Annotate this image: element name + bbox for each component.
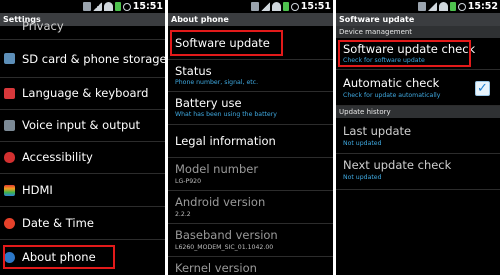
about-item-label: Status xyxy=(175,64,212,78)
about-item-label: Model number xyxy=(175,162,259,176)
settings-item-label: Language & keyboard xyxy=(22,86,149,100)
settings-item-voice[interactable]: Voice input & output xyxy=(0,110,165,142)
settings-item-label: Voice input & output xyxy=(22,118,141,132)
voice-icon xyxy=(4,120,15,131)
automatic-check-checkbox[interactable]: ✓ xyxy=(475,81,490,96)
section-header-device-management: Device management xyxy=(336,26,500,38)
language-icon xyxy=(4,88,15,99)
software-update-screen: 15:52 Software update Device management … xyxy=(336,0,500,275)
about-phone-screen: 15:51 About phone Software update Status… xyxy=(168,0,333,275)
about-item-value: LG-P920 xyxy=(175,178,202,185)
settings-screen: 15:51 Settings Privacy SD card & phone s… xyxy=(0,0,165,275)
status-bar: 15:52 xyxy=(336,0,500,13)
automatic-check-item[interactable]: Automatic check Check for update automat… xyxy=(336,70,500,106)
settings-item-label: Privacy xyxy=(22,19,64,33)
next-update-check-label: Next update check xyxy=(343,158,452,172)
settings-item-accessibility[interactable]: Accessibility xyxy=(0,142,165,174)
about-item-label: Android version xyxy=(175,195,266,209)
automatic-check-subtitle: Check for update automatically xyxy=(343,92,441,99)
usb-icon xyxy=(251,2,259,11)
last-update-value: Not updated xyxy=(343,140,382,147)
about-item-label: Battery use xyxy=(175,96,242,110)
status-time: 15:52 xyxy=(467,1,498,12)
signal-icon xyxy=(93,2,102,11)
accessibility-icon xyxy=(4,152,15,163)
about-item-value: 2.2.2 xyxy=(175,211,191,218)
settings-item-label: Accessibility xyxy=(22,150,93,164)
page-title: About phone xyxy=(168,13,333,26)
automatic-check-label: Automatic check xyxy=(343,76,440,90)
settings-item-label: HDMI xyxy=(22,183,53,197)
wifi-icon xyxy=(272,2,281,11)
battery-icon xyxy=(283,2,289,11)
about-item-label: Kernel version xyxy=(175,261,257,275)
settings-item-privacy[interactable]: Privacy xyxy=(0,19,165,40)
settings-item-language[interactable]: Language & keyboard xyxy=(0,78,165,110)
battery-icon xyxy=(115,2,121,11)
page-title: Software update xyxy=(336,13,500,26)
about-item-battery-use[interactable]: Battery use What has been using the batt… xyxy=(168,92,333,125)
section-header-update-history: Update history xyxy=(336,106,500,118)
settings-item-sd-card[interactable]: SD card & phone storage xyxy=(0,40,165,78)
settings-item-label: Date & Time xyxy=(22,216,94,230)
signal-icon xyxy=(428,2,437,11)
settings-item-hdmi[interactable]: HDMI xyxy=(0,174,165,207)
settings-item-date-time[interactable]: Date & Time xyxy=(0,207,165,240)
alarm-icon xyxy=(123,2,131,11)
battery-icon xyxy=(450,2,456,11)
software-update-check-highlight xyxy=(338,40,471,67)
clock-icon xyxy=(4,218,15,229)
usb-icon xyxy=(418,2,426,11)
software-update-highlight xyxy=(170,30,283,56)
status-bar: 15:51 xyxy=(0,0,165,13)
about-item-label: Baseband version xyxy=(175,228,278,242)
last-update-label: Last update xyxy=(343,124,412,138)
wifi-icon xyxy=(439,2,448,11)
hdmi-icon xyxy=(4,185,15,196)
about-item-kernel-version: Kernel version xyxy=(168,257,333,275)
status-time: 15:51 xyxy=(132,1,163,12)
signal-icon xyxy=(261,2,270,11)
wifi-icon xyxy=(104,2,113,11)
status-time: 15:51 xyxy=(300,1,331,12)
about-item-subtitle: Phone number, signal, etc. xyxy=(175,79,259,86)
about-item-android-version: Android version 2.2.2 xyxy=(168,191,333,224)
last-update-item: Last update Not updated xyxy=(336,118,500,154)
usb-icon xyxy=(83,2,91,11)
about-item-subtitle: What has been using the battery xyxy=(175,111,277,118)
status-bar: 15:51 xyxy=(168,0,333,13)
about-item-legal[interactable]: Legal information xyxy=(168,125,333,158)
alarm-icon xyxy=(291,2,299,11)
about-item-label: Legal information xyxy=(175,134,276,148)
alarm-icon xyxy=(458,2,466,11)
next-update-check-item: Next update check Not updated xyxy=(336,154,500,190)
next-update-check-value: Not updated xyxy=(343,174,382,181)
settings-item-label: SD card & phone storage xyxy=(22,52,165,66)
about-item-model-number: Model number LG-P920 xyxy=(168,158,333,191)
about-item-baseband-version: Baseband version L6260_MODEM_SIC_01.1042… xyxy=(168,224,333,257)
about-item-status[interactable]: Status Phone number, signal, etc. xyxy=(168,60,333,92)
about-phone-highlight xyxy=(3,245,115,269)
sd-card-icon xyxy=(4,53,15,64)
about-item-value: L6260_MODEM_SIC_01.1042.00 xyxy=(175,244,274,251)
